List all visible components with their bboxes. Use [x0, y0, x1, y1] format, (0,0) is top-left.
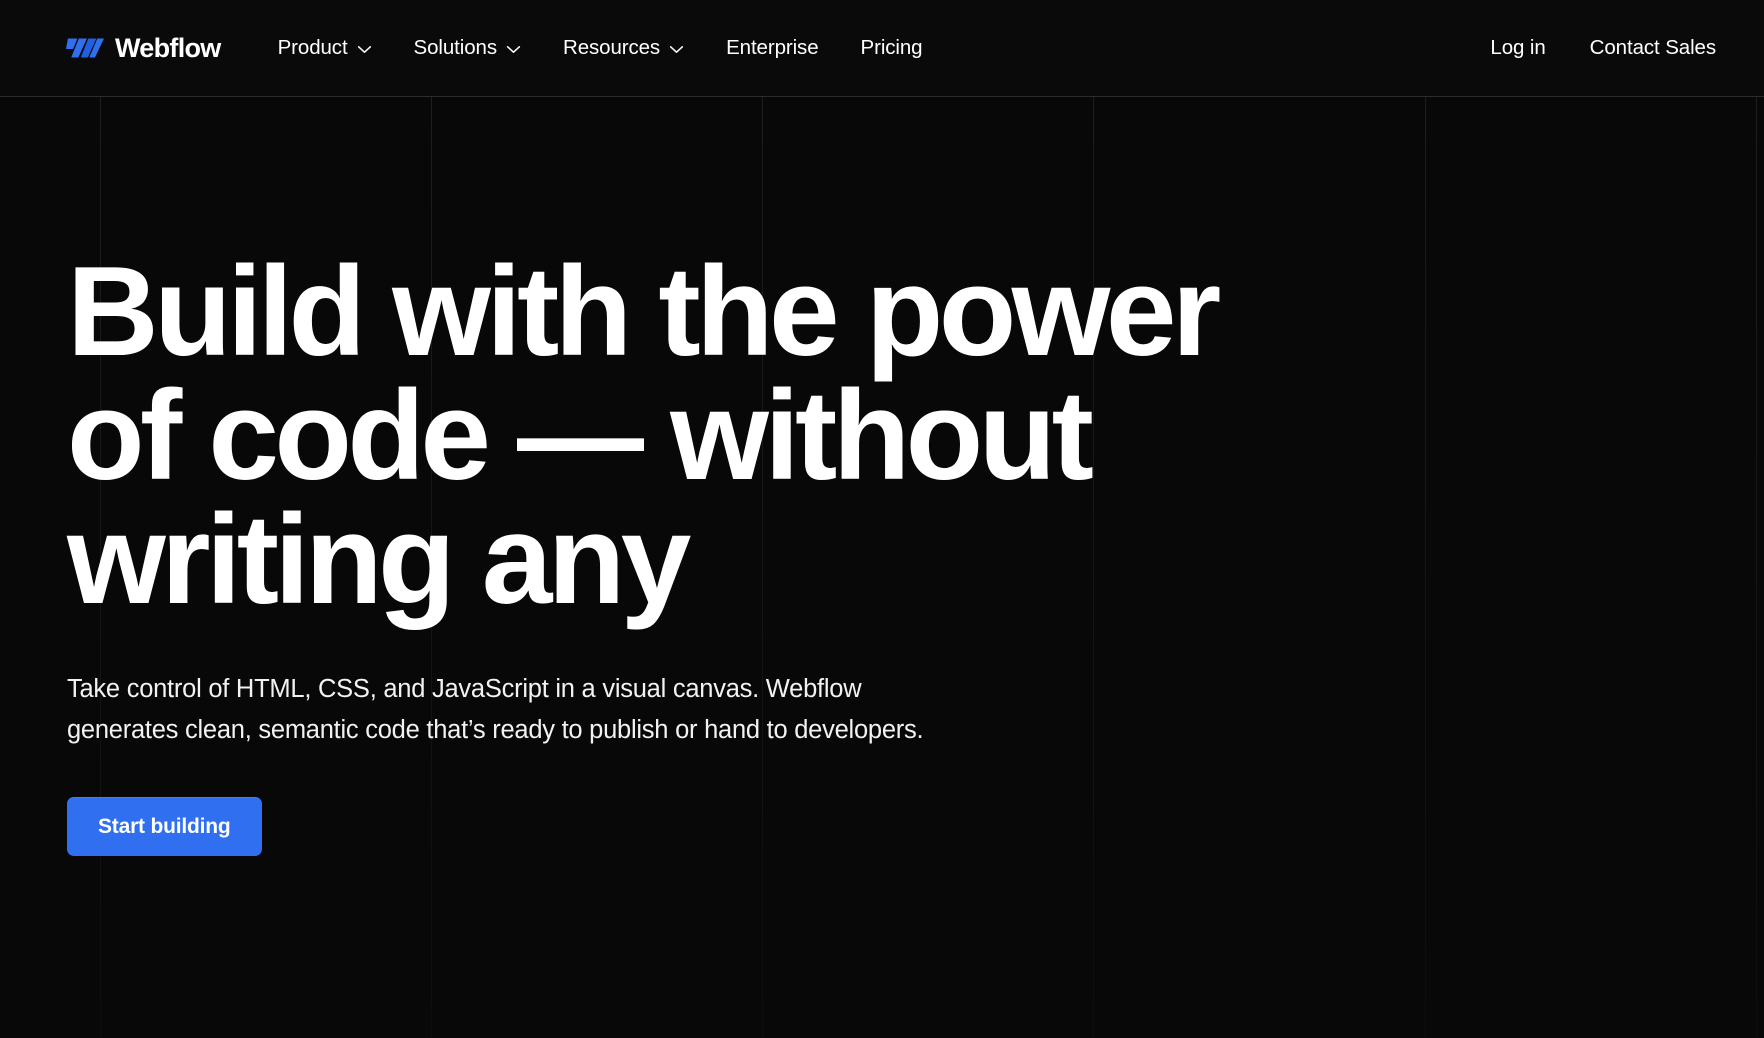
nav-item-label: Solutions — [413, 35, 498, 59]
webflow-landing-page: Webflow Product Solutions Resources Ente… — [0, 0, 1764, 1038]
nav-item-label: Resources — [562, 35, 661, 59]
header-actions: Log in Contact Sales — [1468, 28, 1738, 69]
contact-sales-label: Contact Sales — [1589, 35, 1716, 59]
hero-heading: Build with the power of code — without w… — [67, 240, 1247, 630]
nav-item-product[interactable]: Product — [257, 28, 393, 69]
hero-subtitle: Take control of HTML, CSS, and JavaScrip… — [67, 669, 1047, 751]
nav-item-label: Enterprise — [726, 35, 819, 59]
nav-item-label: Product — [277, 35, 348, 59]
hero-heading-line: writing any — [67, 488, 691, 630]
brand-name: Webflow — [115, 32, 221, 63]
start-building-button[interactable]: Start building — [67, 797, 262, 856]
nav-item-label: Pricing — [860, 35, 923, 59]
login-label: Log in — [1490, 35, 1546, 59]
hero-section: Build with the power of code — without w… — [0, 97, 1764, 856]
hero-subtitle-line: generates clean, semantic code that’s re… — [67, 716, 924, 744]
nav-item-resources[interactable]: Resources — [542, 28, 705, 69]
site-header: Webflow Product Solutions Resources Ente… — [0, 0, 1764, 97]
nav-item-enterprise[interactable]: Enterprise — [705, 28, 839, 69]
hero-heading-line: Build with the power — [67, 240, 1221, 382]
nav-item-pricing[interactable]: Pricing — [840, 28, 944, 69]
primary-nav: Product Solutions Resources Enterprise P… — [257, 28, 944, 69]
nav-item-solutions[interactable]: Solutions — [393, 28, 542, 69]
webflow-logo-link[interactable]: Webflow — [66, 34, 221, 62]
contact-sales-button[interactable]: Contact Sales — [1568, 28, 1738, 69]
chevron-down-icon — [357, 45, 371, 53]
hero-heading-line: of code — without — [67, 364, 1094, 506]
chevron-down-icon — [669, 45, 684, 53]
login-button[interactable]: Log in — [1468, 28, 1567, 69]
hero-subtitle-line: Take control of HTML, CSS, and JavaScrip… — [67, 675, 862, 703]
webflow-w-logo-icon — [66, 38, 104, 58]
chevron-down-icon — [506, 45, 521, 53]
